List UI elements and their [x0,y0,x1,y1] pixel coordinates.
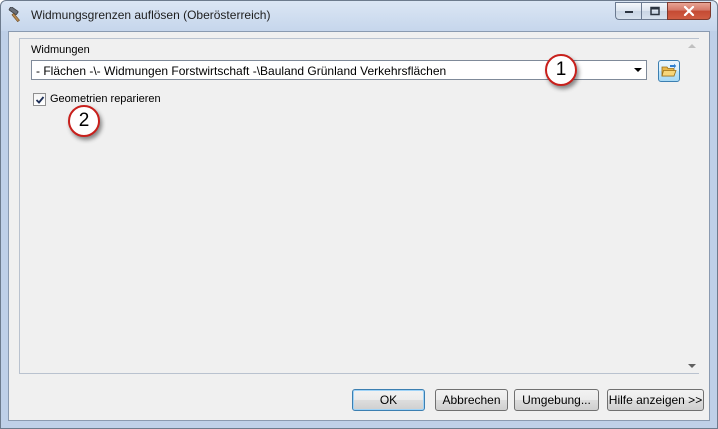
parameter-panel: Widmungen - Flächen -\- Widmungen Forstw… [19,38,699,374]
window-controls [615,2,711,20]
geometrien-reparieren-checkbox[interactable] [33,93,46,106]
title-bar[interactable]: Widmungsgrenzen auflösen (Oberösterreich… [1,1,717,31]
dropdown-arrow-icon[interactable] [630,61,646,79]
environment-button[interactable]: Umgebung... [514,389,599,411]
scroll-down-icon[interactable] [688,364,696,368]
close-button[interactable] [667,2,711,20]
widmungen-label: Widmungen [31,44,90,56]
hammer-icon [8,6,24,23]
help-button[interactable]: Hilfe anzeigen >> [607,389,704,411]
close-icon [683,6,695,16]
scroll-up-icon[interactable] [688,44,696,48]
maximize-icon [649,6,660,16]
browse-button[interactable] [658,60,680,82]
minimize-button[interactable] [615,2,641,20]
dialog-window: Widmungsgrenzen auflösen (Oberösterreich… [0,0,718,429]
dialog-client-area: Widmungen - Flächen -\- Widmungen Forstw… [8,31,710,421]
maximize-button[interactable] [641,2,667,20]
cancel-button[interactable]: Abbrechen [435,389,508,411]
minimize-icon [624,11,633,13]
callout-marker-2: 2 [68,105,100,137]
checkmark-icon [35,96,45,104]
vertical-scrollbar[interactable] [685,39,699,373]
widmungen-value: - Flächen -\- Widmungen Forstwirtschaft … [36,64,447,78]
ok-button[interactable]: OK [352,389,425,411]
folder-open-icon [661,63,677,77]
window-title: Widmungsgrenzen auflösen (Oberösterreich… [31,8,271,22]
geometrien-reparieren-label: Geometrien reparieren [50,93,161,105]
callout-marker-1: 1 [545,54,577,86]
